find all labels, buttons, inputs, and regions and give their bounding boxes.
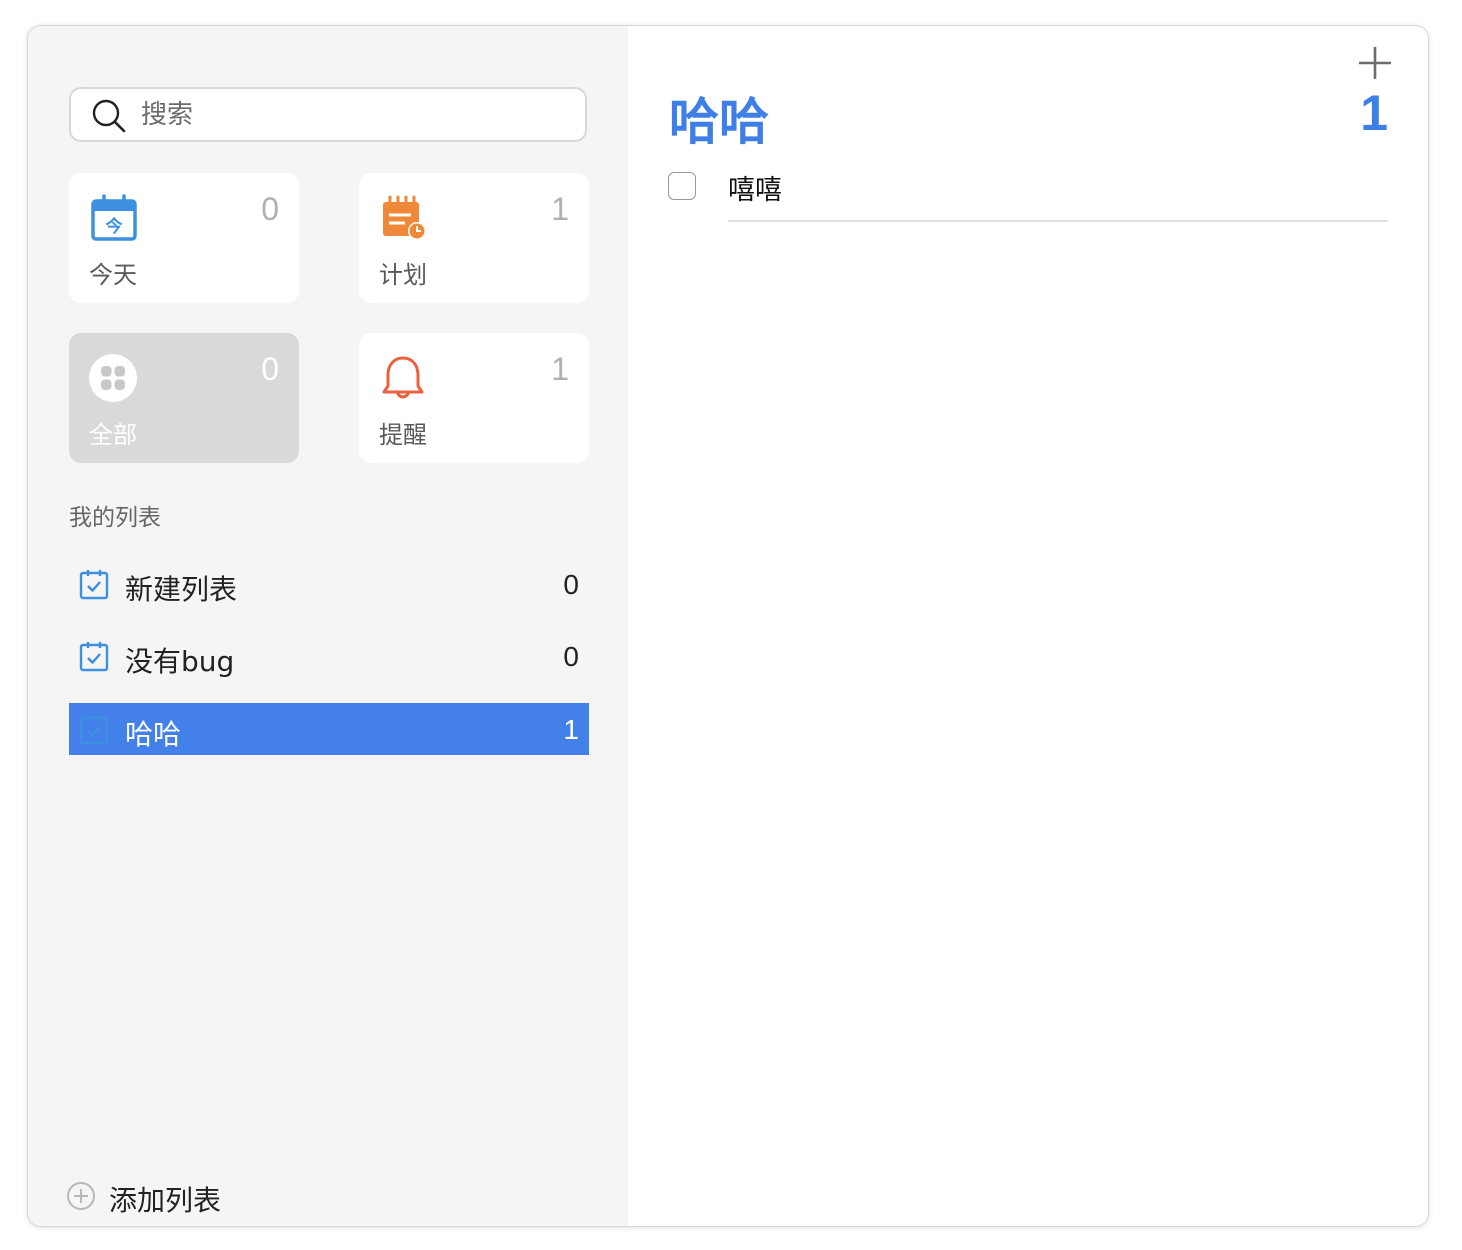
list-name: 没有bug [125,645,235,678]
list-count: 1 [563,714,579,745]
smart-list-scheduled[interactable]: 1 计划 [359,173,589,303]
calendar-today-icon: 今 [91,194,137,241]
reminders-count: 1 [551,351,569,387]
task-divider [728,220,1388,222]
search-icon [92,99,126,133]
list-total-count: 1 [1360,85,1388,141]
search-input[interactable] [141,97,561,133]
task-text[interactable]: 嘻嘻 [728,168,782,207]
list-title: 哈哈 [669,93,769,151]
checklist-icon [79,715,109,745]
checklist-icon [79,642,109,672]
list-item[interactable]: 新建列表 0 [69,558,589,610]
task-checkbox[interactable] [668,172,696,200]
add-list-label: 添加列表 [109,1184,222,1217]
list-name: 新建列表 [125,573,238,606]
list-count: 0 [563,641,579,672]
add-circle-icon [67,1182,95,1210]
smart-list-all[interactable]: 0 全部 [69,333,299,463]
scheduled-count: 1 [551,191,569,227]
bell-icon [382,356,424,399]
list-name: 哈哈 [125,718,182,751]
list-count: 0 [563,569,579,600]
task-row: 嘻嘻 [668,168,1388,224]
scheduled-label: 计划 [379,261,427,289]
list-item[interactable]: 没有bug 0 [69,630,589,682]
scheduled-icon [383,195,426,240]
reminders-label: 提醒 [379,421,427,449]
checklist-icon [79,570,109,600]
sidebar: 今 0 今天 1 计划 [28,26,628,1226]
today-count: 0 [261,191,279,227]
add-task-icon[interactable] [1358,46,1392,80]
list-item-selected[interactable]: 哈哈 1 [69,703,589,755]
search-box[interactable] [69,87,587,142]
all-count: 0 [261,351,279,387]
smart-list-reminders[interactable]: 1 提醒 [359,333,589,463]
smart-list-today[interactable]: 今 0 今天 [69,173,299,303]
main-panel: 哈哈 1 嘻嘻 [628,26,1428,1226]
today-label: 今天 [89,261,137,289]
all-grid-icon [89,354,137,402]
all-label: 全部 [89,421,137,449]
app-window: 今 0 今天 1 计划 [27,25,1429,1227]
my-lists-heading: 我的列表 [69,505,161,531]
svg-text:今: 今 [106,216,123,237]
